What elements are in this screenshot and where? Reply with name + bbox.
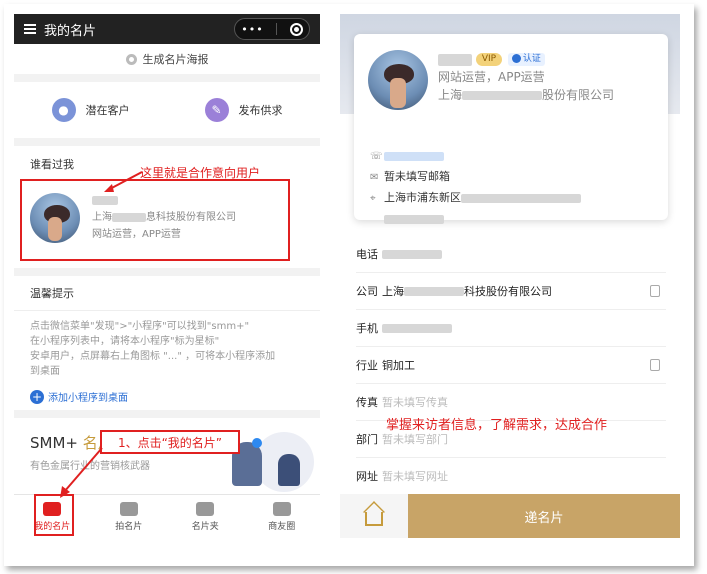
info-list: 电话 公司 上海 科技股份有限公司 手机 行业 铜加工 传真 暂未填写传真 部门 … <box>356 236 666 495</box>
blurred-name <box>438 53 472 66</box>
check-icon <box>511 54 521 63</box>
card-role: 网站运营，APP运营 <box>438 70 545 84</box>
blurred-text <box>462 91 543 100</box>
row-label: 行业 <box>356 359 378 372</box>
annotation-arrow-visitor <box>104 171 143 192</box>
home-button[interactable] <box>340 494 408 538</box>
row-label: 网址 <box>356 470 378 483</box>
pencil-icon: ✎ <box>204 98 229 122</box>
more-icon[interactable]: ••• <box>241 23 263 36</box>
add-to-desktop-link[interactable]: + 添加小程序到桌面 <box>30 389 304 404</box>
people-icon: ● <box>51 98 76 122</box>
annotation-box-visitor <box>20 179 290 261</box>
blurred-text <box>382 323 452 333</box>
send-card-button[interactable]: 递名片 <box>408 494 680 538</box>
row-value-prefix: 上海 <box>382 285 404 298</box>
tab-label: 名片夹 <box>191 521 219 532</box>
bottom-action-bar: 递名片 <box>340 494 680 538</box>
business-card: VIP 认证 网站运营，APP运营 上海 股份有限公司 ☏ ✉ 暂未填写邮箱 ⌖ 上海… <box>354 34 668 224</box>
poster-icon <box>125 53 137 65</box>
row-placeholder: 暂未填写传真 <box>382 396 448 409</box>
folder-icon <box>196 501 215 516</box>
row-label: 传真 <box>356 396 378 409</box>
tips-line: 在小程序列表中，请将本小程序"标为星标" <box>30 336 220 347</box>
blurred-text <box>384 214 444 224</box>
card-company-suffix: 股份有限公司 <box>542 88 615 102</box>
mail-icon: ✉ <box>370 172 379 183</box>
blurred-text <box>404 286 464 296</box>
tips-body: 点击微信菜单"发现">"小程序"可以找到"smm+" 在小程序列表中，请将本小程… <box>30 319 304 379</box>
blurred-phone <box>384 151 444 161</box>
card-details: ☏ ✉ 暂未填写邮箱 ⌖ 上海市浦东新区 <box>370 146 581 229</box>
right-phone-screen: VIP 认证 网站运营，APP运营 上海 股份有限公司 ☏ ✉ 暂未填写邮箱 ⌖ 上海… <box>340 14 680 554</box>
tips-section: 温馨提示 点击微信菜单"发现">"小程序"可以找到"smm+" 在小程序列表中，… <box>14 276 320 410</box>
copy-icon[interactable] <box>650 359 660 371</box>
row-value: 铜加工 <box>382 359 415 372</box>
location-icon: ⌖ <box>370 193 376 204</box>
row-label: 公司 <box>356 285 378 298</box>
close-miniprogram-icon[interactable] <box>289 22 303 36</box>
tips-line: 安卓用户，点屏幕右上角图标 "..." ，可将本小程序添加 <box>30 351 276 362</box>
action-label: 潜在客户 <box>85 104 130 117</box>
info-row-phone[interactable]: 电话 <box>356 236 666 273</box>
tab-business-circle[interactable]: 商友圈 <box>244 495 321 538</box>
tab-card-folder[interactable]: 名片夹 <box>167 495 244 538</box>
row-label: 部门 <box>356 433 378 446</box>
verified-label: 认证 <box>522 54 541 64</box>
publish-supply-button[interactable]: ✎ 发布供求 <box>167 98 320 122</box>
tips-line: 到桌面 <box>30 366 60 377</box>
row-label: 电话 <box>356 248 378 261</box>
tips-line: 点击微信菜单"发现">"小程序"可以找到"smm+" <box>30 321 250 332</box>
card-info: VIP 认证 网站运营，APP运营 上海 股份有限公司 <box>438 50 614 104</box>
blurred-text <box>461 193 581 203</box>
action-row: ● 潜在客户 ✎ 发布供求 <box>14 82 320 138</box>
menu-icon[interactable] <box>24 24 36 34</box>
tab-label: 拍名片 <box>115 521 143 532</box>
plus-icon: + <box>30 389 44 404</box>
phone-icon: ☏ <box>370 151 383 162</box>
verified-badge: 认证 <box>507 53 545 66</box>
nav-bar: 我的名片 ••• <box>14 14 320 44</box>
info-row-company[interactable]: 公司 上海 科技股份有限公司 <box>356 273 666 310</box>
card-email: 暂未填写邮箱 <box>384 170 450 183</box>
action-label: 发布供求 <box>238 104 283 117</box>
add-to-desktop-label: 添加小程序到桌面 <box>48 393 128 404</box>
tips-title: 温馨提示 <box>30 287 74 300</box>
annotation-step: 1、点击“我的名片” <box>100 430 240 454</box>
row-placeholder: 暂未填写部门 <box>382 433 448 446</box>
row-value: 科技股份有限公司 <box>464 285 552 298</box>
potential-customers-button[interactable]: ● 潜在客户 <box>14 98 167 122</box>
blurred-text <box>382 249 442 259</box>
card-company-prefix: 上海 <box>438 88 463 102</box>
row-label: 手机 <box>356 322 378 335</box>
annotation-box-tab <box>34 494 74 536</box>
tab-scan-card[interactable]: 拍名片 <box>91 495 168 538</box>
tab-label: 商友圈 <box>268 521 296 532</box>
home-icon <box>365 512 383 526</box>
annotation-visitor: 这里就是合作意向用户 <box>140 166 261 180</box>
card-address: 上海市浦东新区 <box>384 191 461 204</box>
nav-title: 我的名片 <box>44 23 97 39</box>
card-avatar <box>368 50 428 110</box>
annotation-visitor-info: 掌握来访者信息，了解需求，达成合作 <box>386 418 608 433</box>
generate-poster-button[interactable]: 生成名片海报 <box>14 44 320 74</box>
copy-icon[interactable] <box>650 285 660 297</box>
annotation-arrow-step <box>60 447 103 498</box>
info-row-mobile[interactable]: 手机 <box>356 310 666 347</box>
info-row-website[interactable]: 网址 暂未填写网址 <box>356 458 666 495</box>
miniprogram-capsule: ••• <box>234 18 310 40</box>
vip-badge: VIP <box>475 53 503 66</box>
poster-label: 生成名片海报 <box>142 53 209 66</box>
camera-icon <box>119 501 138 516</box>
info-row-industry[interactable]: 行业 铜加工 <box>356 347 666 384</box>
capsule-divider <box>276 23 278 35</box>
friends-icon <box>272 501 291 516</box>
row-placeholder: 暂未填写网址 <box>382 470 448 483</box>
